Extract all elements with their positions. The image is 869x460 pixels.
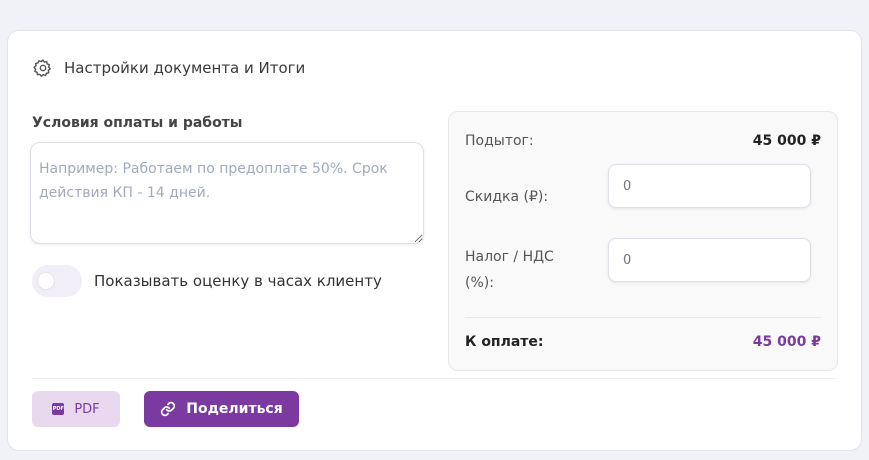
totals-divider <box>465 317 821 318</box>
pdf-button[interactable]: PDF PDF <box>32 391 120 427</box>
tax-input[interactable] <box>608 238 811 282</box>
gear-icon <box>32 57 54 79</box>
subtotal-value: 45 000 ₽ <box>752 133 821 149</box>
discount-label: Скидка (₽): <box>465 189 549 205</box>
discount-input[interactable] <box>608 164 811 208</box>
hours-estimate-toggle-row[interactable]: Показывать оценку в часах клиенту <box>32 265 382 297</box>
totals-panel: Подытог: 45 000 ₽ Скидка (₽): Налог / НД… <box>448 111 838 371</box>
toggle-knob <box>38 273 54 289</box>
payment-terms-label: Условия оплаты и работы <box>32 115 243 131</box>
pdf-button-label: PDF <box>74 401 100 417</box>
hours-estimate-toggle[interactable] <box>32 265 82 297</box>
hours-estimate-label: Показывать оценку в часах клиенту <box>94 272 382 290</box>
footer-divider <box>32 378 837 379</box>
share-button-label: Поделиться <box>186 401 283 417</box>
subtotal-label: Подытог: <box>465 133 534 149</box>
payment-terms-textarea[interactable] <box>30 142 424 244</box>
pdf-file-icon: PDF <box>52 403 65 415</box>
tax-label: Налог / НДС (%): <box>465 249 554 291</box>
section-title: Настройки документа и Итоги <box>64 59 306 77</box>
section-header: Настройки документа и Итоги <box>32 57 305 79</box>
settings-card: Настройки документа и Итоги Условия опла… <box>7 30 862 451</box>
link-icon <box>160 401 176 417</box>
total-due-value: 45 000 ₽ <box>752 334 821 350</box>
total-due-label: К оплате: <box>465 334 544 350</box>
share-button[interactable]: Поделиться <box>144 391 299 427</box>
